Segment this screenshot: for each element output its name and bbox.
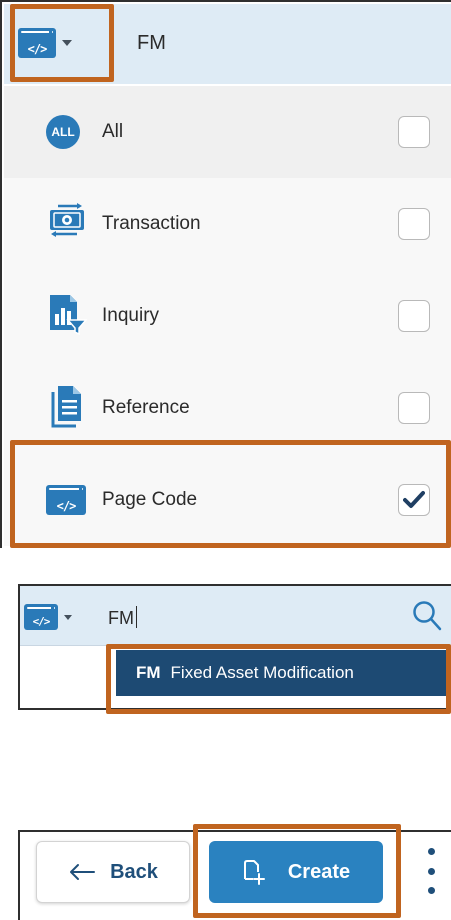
document-type-dropdown[interactable]: </> (24, 604, 72, 630)
more-options-icon[interactable] (424, 848, 438, 894)
filter-option-label: All (102, 121, 124, 142)
all-badge-icon: ALL (46, 115, 80, 149)
filter-option-label: Reference (102, 397, 190, 418)
search-icon[interactable] (412, 600, 442, 637)
filter-option-inquiry[interactable]: Inquiry (4, 270, 451, 362)
highlight-create-button (193, 824, 401, 918)
filter-option-label: Transaction (102, 213, 201, 234)
search-bar: </> FM (20, 586, 451, 646)
arrow-left-icon (70, 864, 96, 880)
highlight-page-code-option (10, 440, 451, 548)
filter-title: FM (137, 32, 166, 54)
chevron-down-icon (64, 614, 72, 620)
filter-checkbox-all[interactable] (398, 116, 430, 148)
filter-checkbox-inquiry[interactable] (398, 300, 430, 332)
search-input[interactable]: FM (108, 606, 137, 629)
page-code-icon: </> (24, 604, 58, 630)
inquiry-icon (46, 292, 88, 341)
filter-option-transaction[interactable]: Transaction (4, 178, 451, 270)
back-label: Back (110, 860, 158, 883)
reference-icon (50, 384, 84, 433)
highlight-type-dropdown (10, 4, 114, 82)
filter-checkbox-transaction[interactable] (398, 208, 430, 240)
highlight-search-result (106, 644, 451, 714)
transaction-icon (46, 201, 88, 248)
back-button[interactable]: Back (36, 841, 190, 903)
filter-checkbox-reference[interactable] (398, 392, 430, 424)
text-cursor (136, 606, 137, 628)
filter-option-all[interactable]: ALL All (4, 86, 451, 178)
filter-option-label: Inquiry (102, 305, 160, 326)
